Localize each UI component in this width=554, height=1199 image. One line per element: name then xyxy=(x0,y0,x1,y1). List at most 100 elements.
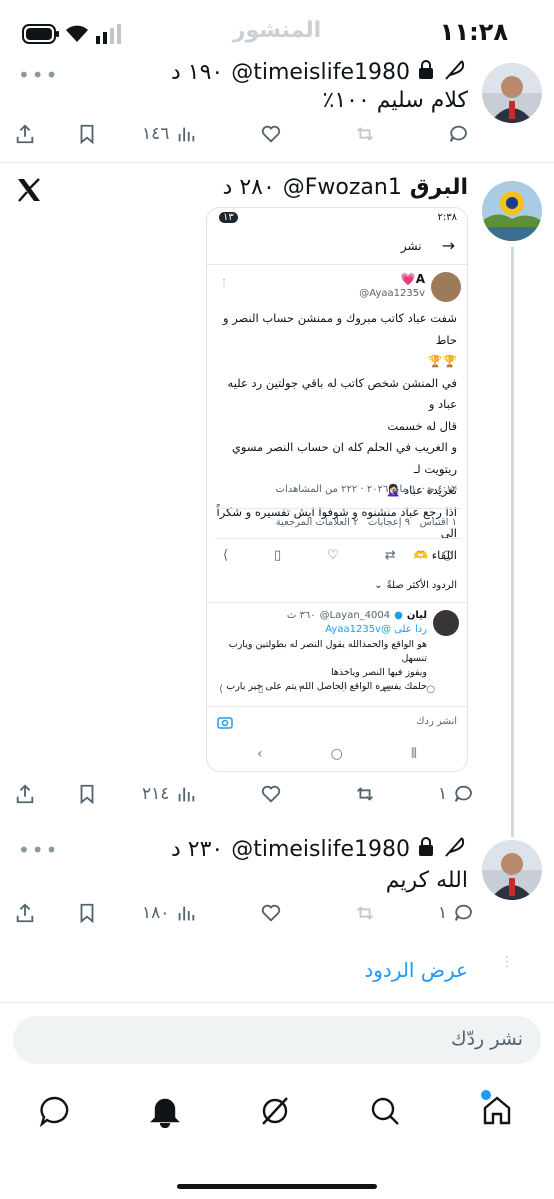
tweet-3[interactable]: ••• @timeislife1980 ٢٣٠ د الله كريم ١٨٠ … xyxy=(0,830,554,940)
embed-replies-label: الردود الأكثر صلةً ⌄ xyxy=(374,580,457,591)
share-button[interactable] xyxy=(14,123,36,145)
reply-button[interactable]: ١ xyxy=(438,783,475,805)
bookmark-button[interactable] xyxy=(76,902,98,924)
comment-icon xyxy=(449,125,467,142)
tweet-header: البرق @Fwozan1 ٢٨٠ د xyxy=(223,175,468,200)
views-button[interactable]: ١٨٠ xyxy=(142,902,197,924)
views-count: ١٤٦ xyxy=(142,124,170,144)
tab-search[interactable] xyxy=(368,1094,402,1132)
bookmark-button[interactable] xyxy=(76,123,98,145)
divider xyxy=(215,538,461,539)
show-replies-link[interactable]: عرض الردود xyxy=(364,958,468,982)
tab-notifications[interactable] xyxy=(148,1094,182,1132)
comment-icon: ○ xyxy=(441,548,453,563)
embed-text-line: في المنشن شخص كاتب له باقي جولتين رد علي… xyxy=(227,375,457,412)
home-indicator xyxy=(177,1184,377,1189)
like-button[interactable] xyxy=(260,123,282,145)
embed-reply-handle: @Layan_4004 xyxy=(319,610,391,621)
views-button[interactable]: ٢١٤ xyxy=(142,783,197,805)
share-icon xyxy=(16,903,34,923)
thread-line xyxy=(511,247,514,837)
bookmark-button[interactable] xyxy=(76,783,98,805)
like-button[interactable] xyxy=(260,783,282,805)
divider xyxy=(0,1002,554,1003)
divider xyxy=(207,264,467,265)
notification-dot xyxy=(481,1090,491,1100)
tweet-handle[interactable]: @Fwozan1 xyxy=(283,175,402,200)
tab-messages[interactable] xyxy=(38,1094,72,1132)
avatar[interactable] xyxy=(482,181,542,241)
grok-icon xyxy=(262,1097,288,1125)
x-logo-icon xyxy=(16,177,42,207)
reply-button[interactable] xyxy=(442,123,470,145)
embed-status-time: ٢:٣٨ xyxy=(437,212,457,223)
comment-icon: ○ xyxy=(426,684,435,695)
embed-reply-header: ليان ● @Layan_4004 ٣٦٠ ث xyxy=(287,610,427,621)
tweet-header: @timeislife1980 ١٩٠ د xyxy=(171,57,468,87)
feather-icon xyxy=(442,834,468,864)
embed-header-title: نشر xyxy=(400,238,422,253)
retweet-button[interactable] xyxy=(354,123,376,145)
embedded-image[interactable]: ١٣ ٢:٣٨ → نشر ⋮ A💗 @Ayaa1235v شفت عباد ك… xyxy=(206,207,468,772)
embed-reply-stat: ٢ xyxy=(298,684,304,695)
more-icon: ⋮ xyxy=(219,278,229,289)
retweet-icon xyxy=(357,127,373,141)
verified-icon: ● xyxy=(394,610,403,621)
like-button[interactable] xyxy=(260,902,282,924)
tweet-time: ١٩٠ د xyxy=(170,59,224,85)
retweet-button[interactable] xyxy=(354,902,376,924)
retweet-icon xyxy=(357,906,373,920)
avatar[interactable] xyxy=(482,63,542,123)
embed-author-name: A💗 xyxy=(400,272,425,286)
recents-nav-icon: ⦀ xyxy=(410,746,417,762)
tweet-handle[interactable]: @timeislife1980 xyxy=(231,837,410,862)
share-icon: ⟨ xyxy=(219,684,223,695)
embed-reply-line: هو الواقع والحمدالله يقول النصر له بطولت… xyxy=(228,639,427,664)
chat-bubble-icon xyxy=(39,1096,69,1128)
status-time: ١١:٢٨ xyxy=(439,18,508,46)
heart-icon xyxy=(261,125,281,143)
retweet-button[interactable] xyxy=(354,783,376,805)
more-icon[interactable]: ••• xyxy=(18,63,59,87)
bookmark-icon: ▯ xyxy=(257,684,264,695)
embed-nav-bar: ‹ ○ ⦀ xyxy=(257,746,417,762)
embed-reply-to: ردا على @Ayaa1235v xyxy=(325,624,427,635)
tweet-time: ٢٣٠ د xyxy=(170,836,224,862)
tab-grok[interactable] xyxy=(258,1094,292,1132)
bookmark-icon xyxy=(80,784,94,805)
embed-reply-actions: ⟨ ▯ ٢ ♡ ⇄ ○ xyxy=(219,684,435,695)
embed-header: → نشر xyxy=(401,236,455,255)
embed-text-line: شفت عباد كاتب مبروك و ممنشن حساب النصر و… xyxy=(222,311,457,347)
bookmark-icon xyxy=(80,124,94,145)
thread-dots: ⋮ xyxy=(500,954,514,970)
tweet-actions: ٢١٤ ١ xyxy=(14,783,473,813)
embed-reply-avatar xyxy=(433,610,459,636)
avatar[interactable] xyxy=(482,840,542,900)
divider xyxy=(215,508,461,509)
comment-icon xyxy=(455,904,473,921)
share-button[interactable] xyxy=(14,783,36,805)
tweet-2[interactable]: البرق @Fwozan1 ٢٨٠ د ١٣ ٢:٣٨ → نشر ⋮ A💗 … xyxy=(0,163,554,837)
embed-avatar xyxy=(431,272,461,302)
tweet-handle[interactable]: @timeislife1980 xyxy=(231,60,410,85)
chevron-down-icon: ⌄ xyxy=(374,580,383,591)
divider xyxy=(207,602,467,603)
status-bar: المنشور ١١:٢٨ xyxy=(0,0,554,60)
camera-icon xyxy=(217,714,233,733)
more-icon[interactable]: ••• xyxy=(18,838,59,862)
tweet-author-name[interactable]: البرق xyxy=(410,175,468,200)
share-button[interactable] xyxy=(14,902,36,924)
share-icon xyxy=(16,124,34,144)
bottom-nav xyxy=(0,1080,554,1150)
embed-author-handle: @Ayaa1235v xyxy=(359,288,425,299)
chart-icon xyxy=(179,906,195,921)
heart-icon: ♡ xyxy=(338,684,348,695)
views-button[interactable]: ١٤٦ xyxy=(142,123,197,145)
retweet-icon: ⇄ xyxy=(382,684,392,695)
tweet-actions: ١٨٠ ١ xyxy=(14,902,473,932)
reply-count: ١ xyxy=(438,784,448,804)
reply-input[interactable]: نشر ردّك xyxy=(13,1016,541,1064)
reply-button[interactable]: ١ xyxy=(438,902,475,924)
tweet-1[interactable]: ••• @timeislife1980 ١٩٠ د كلام سليم ١٠٠٪… xyxy=(0,55,554,161)
lock-icon xyxy=(418,60,434,84)
